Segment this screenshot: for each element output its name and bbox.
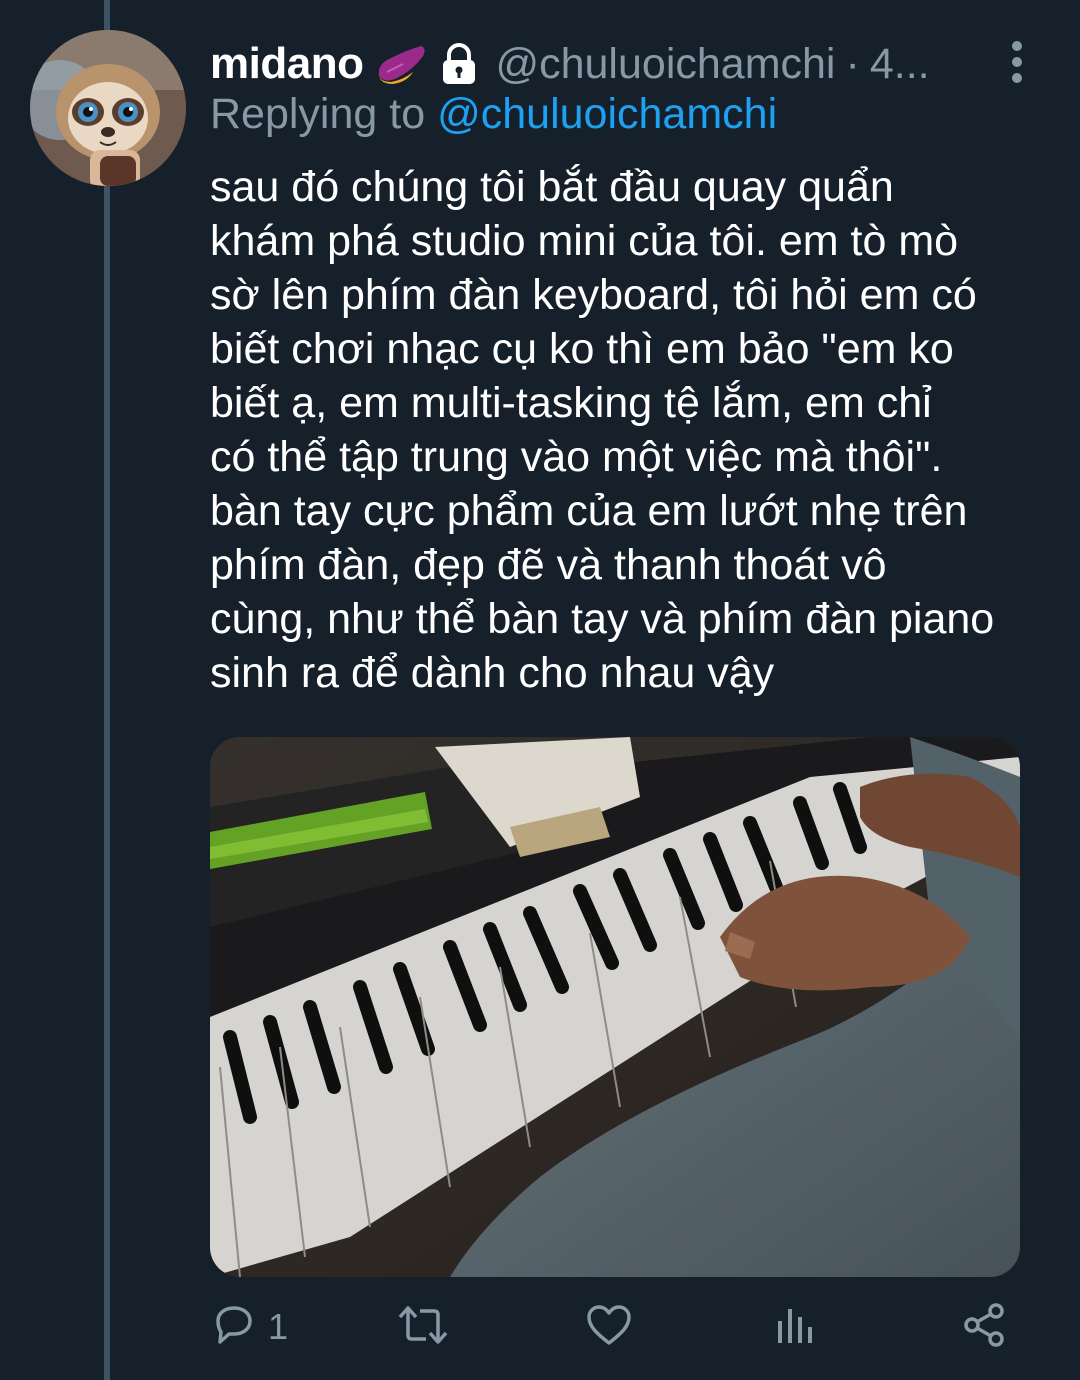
lock-icon: [437, 42, 481, 86]
replying-to-handle[interactable]: @chuluoichamchi: [437, 90, 777, 138]
avatar[interactable]: [30, 30, 186, 186]
separator-dot: ·: [845, 39, 860, 88]
thread-connector-line: [104, 0, 110, 1380]
tweet-text-line: khám phá studio mini của tôi. em tò mò: [210, 217, 959, 265]
tweet-text-line: bàn tay cực phẩm của em lướt nhẹ trên: [210, 487, 968, 535]
tweet-photo[interactable]: [210, 737, 1020, 1277]
tweet-text-line: biết chơi nhạc cụ ko thì em bảo "em ko: [210, 325, 954, 373]
reply-button[interactable]: 1: [210, 1295, 288, 1359]
tweet-text: sau đó chúng tôi bắt đầu quay quẩn khám …: [210, 160, 1060, 700]
reply-icon: [210, 1301, 258, 1354]
like-button[interactable]: [584, 1295, 644, 1359]
sweet-potato-emoji-icon: [373, 42, 429, 86]
user-handle[interactable]: @chuluoichamchi: [495, 40, 835, 89]
tweet-text-line: sau đó chúng tôi bắt đầu quay quẩn: [210, 163, 894, 211]
heart-icon: [584, 1301, 634, 1354]
share-icon: [960, 1301, 1008, 1354]
tweet-text-line: sinh ra để dành cho nhau vậy: [210, 649, 775, 697]
share-button[interactable]: [960, 1295, 1008, 1359]
tweet-text-line: cùng, như thể bàn tay và phím đàn piano: [210, 595, 995, 643]
retweet-button[interactable]: [396, 1295, 460, 1359]
tweet-text-line: sờ lên phím đàn keyboard, tôi hỏi em có: [210, 271, 977, 319]
analytics-button[interactable]: [772, 1295, 816, 1359]
tweet-actions: 1: [210, 1295, 1030, 1365]
tweet-header: midano @chuluoichamchi · 4...: [210, 34, 1050, 94]
timestamp[interactable]: 4...: [870, 40, 930, 89]
tweet-text-line: biết ạ, em multi-tasking tệ lắm, em chỉ: [210, 379, 932, 427]
reply-count: 1: [268, 1306, 289, 1347]
analytics-icon: [772, 1301, 816, 1354]
avatar-photo: [30, 30, 186, 186]
display-name[interactable]: midano: [210, 39, 364, 89]
replying-to-label: Replying to: [210, 90, 426, 138]
more-vertical-icon[interactable]: [1003, 40, 1031, 86]
retweet-icon: [396, 1301, 450, 1354]
keyboard-photo: [210, 737, 1020, 1277]
tweet-text-line: có thể tập trung vào một việc mà thôi".: [210, 433, 943, 481]
tweet-text-line: phím đàn, đẹp đẽ và thanh thoát vô: [210, 541, 887, 589]
replying-to: Replying to @chuluoichamchi: [210, 90, 777, 139]
